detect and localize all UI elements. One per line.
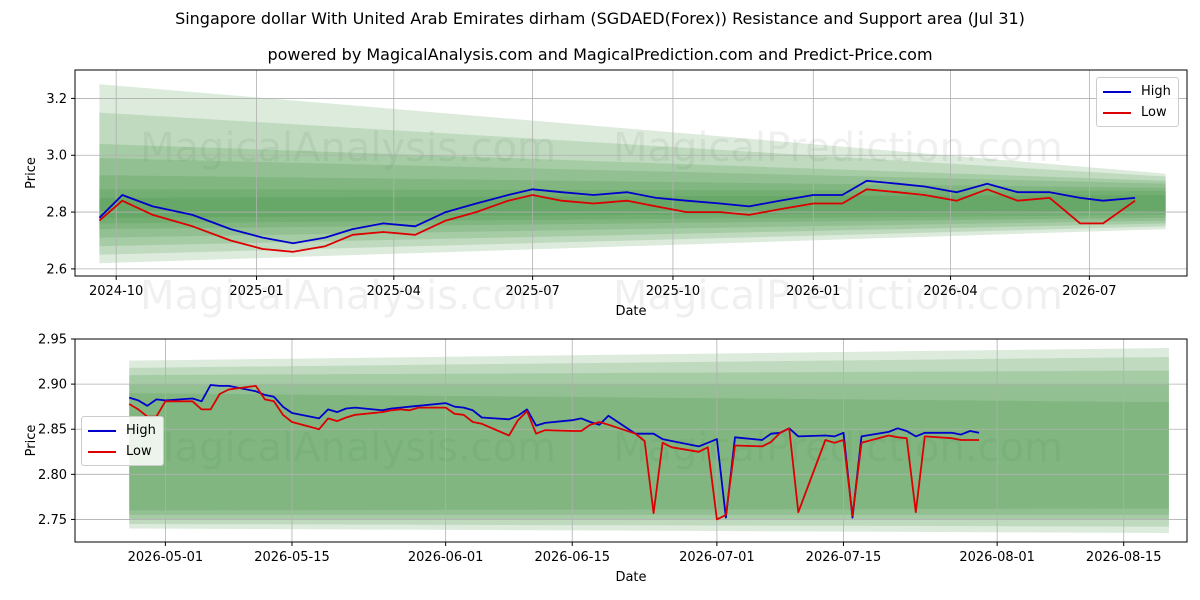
chart-suptitle: Singapore dollar With United Arab Emirat… [175, 9, 1025, 28]
legend-label-high: High [1141, 84, 1171, 99]
y-axis-label: Price [24, 425, 39, 457]
y-tick-label: 2.8 [46, 206, 67, 221]
x-tick-label: 2025-04 [367, 284, 421, 299]
legend-label-low: Low [1141, 105, 1167, 120]
y-tick-label: 2.90 [38, 378, 67, 393]
y-tick-label: 2.75 [38, 513, 67, 528]
band-area [129, 393, 1169, 511]
x-tick-label: 2026-01 [786, 284, 840, 299]
y-tick-label: 2.95 [38, 333, 67, 348]
x-tick-label: 2026-06-15 [534, 550, 610, 565]
y-tick-label: 3.2 [46, 92, 67, 107]
x-tick-label: 2026-07-01 [679, 550, 755, 565]
y-tick-label: 2.6 [46, 262, 67, 277]
legend-top: High Low [1096, 77, 1179, 127]
x-axis-label: Date [615, 304, 646, 319]
legend-swatch-high [88, 429, 116, 432]
y-tick-label: 3.0 [46, 149, 67, 164]
x-tick-label: 2026-08-15 [1086, 550, 1162, 565]
legend-bottom: High Low [81, 416, 164, 466]
x-tick-label: 2026-05-01 [128, 550, 204, 565]
plot-panel-2: 2026-05-01 2026-05-15 2026-06-01 2026-06-15… [24, 333, 1188, 585]
x-tick-label: 2026-07 [1062, 284, 1116, 299]
legend-swatch-low [1103, 111, 1131, 114]
legend-item-high: High [1103, 81, 1171, 102]
x-tick-label: 2026-08-01 [959, 550, 1035, 565]
x-tick-label: 2026-07-15 [806, 550, 882, 565]
y-tick-label: 2.80 [38, 468, 67, 483]
x-tick-label: 2025-07 [505, 284, 559, 299]
chart-subtitle: powered by MagicalAnalysis.com and Magic… [267, 45, 933, 64]
legend-swatch-low [88, 450, 116, 453]
legend-label-high: High [126, 423, 156, 438]
x-axis-label: Date [615, 570, 646, 585]
legend-item-low: Low [1103, 102, 1171, 123]
x-tick-label: 2025-10 [646, 284, 700, 299]
x-tick-label: 2026-05-15 [254, 550, 330, 565]
x-tick-label: 2025-01 [229, 284, 283, 299]
legend-item-low: Low [88, 441, 156, 462]
x-tick-label: 2026-06-01 [408, 550, 484, 565]
x-tick-label: 2026-04 [923, 284, 977, 299]
legend-label-low: Low [126, 444, 152, 459]
legend-item-high: High [88, 420, 156, 441]
legend-swatch-high [1103, 90, 1131, 93]
y-axis-label: Price [24, 157, 39, 189]
watermark-text: MagicalAnalysis.com [140, 273, 556, 319]
figure: MagicalAnalysis.com MagicalPrediction.com… [24, 69, 1188, 585]
x-tick-label: 2024-10 [89, 284, 143, 299]
y-tick-label: 2.85 [38, 423, 67, 438]
